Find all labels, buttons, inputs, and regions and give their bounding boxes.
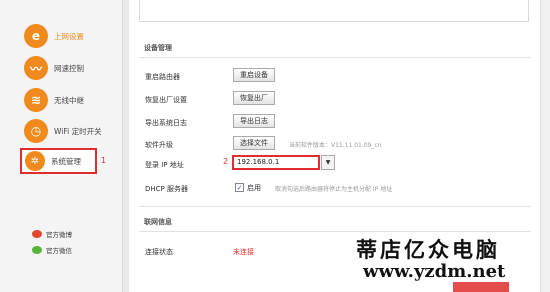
dhcp-label: DHCP 服务器	[145, 185, 188, 193]
ip-dropdown-button[interactable]: ▼	[321, 155, 335, 170]
social-label: 官方微博	[46, 231, 72, 239]
divider	[139, 57, 531, 58]
chevron-down-icon: ▼	[325, 159, 331, 166]
social-label: 官方微信	[46, 247, 72, 255]
export-log-label: 导出系统日志	[145, 119, 187, 127]
login-ip-label: 登录 IP 地址	[145, 161, 184, 169]
network-info-title: 联网信息	[144, 218, 172, 226]
sidebar-item-system-management[interactable]: ✲ 系统管理	[20, 148, 97, 174]
watermark-brand: 蒂店亿众电脑	[356, 237, 500, 262]
sidebar-item-label: 上网设置	[54, 31, 84, 41]
step-marker-2: 2	[223, 157, 229, 166]
dhcp-hint-text: 取消勾选后路由器将停止为主机分配 IP 地址	[275, 186, 393, 193]
login-ip-input[interactable]: 192.168.0.1	[232, 155, 320, 170]
sidebar-item-wifi-timer[interactable]: ◷ WiFi 定时开关	[18, 115, 118, 147]
e-globe-icon: e	[24, 24, 48, 48]
sidebar: e 上网设置 〰 网速控制 ≋ 无线中继 ◷ WiFi 定时开关 ✲ 系统管理 …	[0, 0, 123, 292]
choose-file-button[interactable]: 选择文件	[233, 136, 275, 150]
factory-reset-button[interactable]: 恢复出厂	[233, 91, 275, 105]
wechat-icon	[32, 246, 42, 254]
reboot-button[interactable]: 重启设备	[233, 68, 275, 82]
sidebar-item-speed-control[interactable]: 〰 网速控制	[18, 52, 118, 84]
step-marker-1: 1	[101, 156, 107, 165]
sidebar-item-label: 系统管理	[51, 156, 81, 166]
timer-icon: ◷	[24, 119, 48, 143]
divider	[139, 206, 531, 207]
export-log-button[interactable]: 导出日志	[233, 114, 275, 128]
watermark-url: www.yzdm.net	[363, 261, 506, 282]
dhcp-enable-checkbox[interactable]: ✓	[235, 183, 244, 192]
software-upgrade-label: 软件升级	[145, 141, 173, 149]
reboot-label: 重启路由器	[145, 73, 180, 81]
divider	[139, 231, 531, 232]
sidebar-item-label: 无线中继	[54, 95, 84, 105]
weibo-icon	[32, 230, 42, 238]
official-weibo-link[interactable]: 官方微博	[32, 229, 72, 239]
wireless-relay-icon: ≋	[24, 88, 48, 112]
connection-status-label: 连接状态	[145, 248, 173, 256]
scrollbar[interactable]	[540, 0, 550, 292]
sidebar-item-label: WiFi 定时开关	[54, 126, 102, 136]
sidebar-item-internet-settings[interactable]: e 上网设置	[18, 20, 118, 52]
connection-status-value: 未连接	[233, 248, 254, 256]
dhcp-enable-label: 启用	[247, 184, 261, 192]
official-wechat-link[interactable]: 官方微信	[32, 245, 72, 255]
sidebar-item-label: 网速控制	[54, 63, 84, 73]
previous-section-frame	[139, 0, 529, 22]
current-version-text: 当前软件版本：V11.11.01.09_cn	[289, 142, 382, 149]
gear-icon: ✲	[25, 151, 45, 171]
sidebar-item-wireless-relay[interactable]: ≋ 无线中继	[18, 84, 118, 116]
speed-wave-icon: 〰	[24, 56, 48, 80]
device-management-title: 设备管理	[144, 44, 172, 52]
factory-reset-label: 恢复出厂设置	[145, 96, 187, 104]
bottom-highlight	[453, 282, 509, 292]
